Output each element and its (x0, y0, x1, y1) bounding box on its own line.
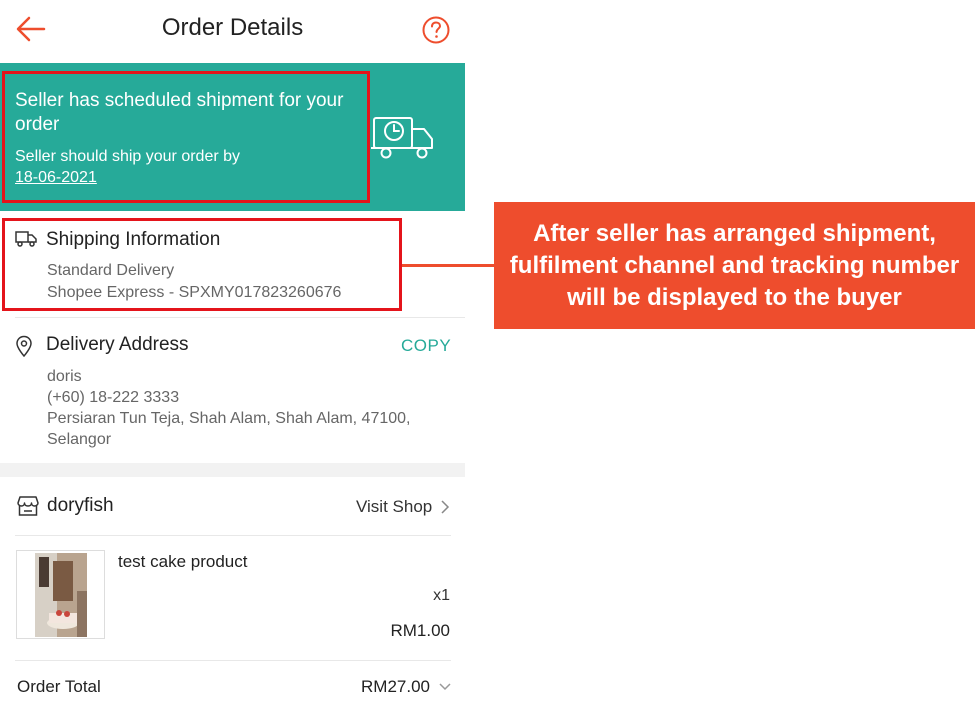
product-price: RM1.00 (390, 621, 450, 640)
callout-text: After seller has arranged shipment, fulf… (509, 219, 960, 311)
chevron-right-icon[interactable] (439, 499, 451, 515)
page-title: Order Details (161, 14, 304, 41)
divider (15, 317, 465, 318)
recipient-phone: (+60) 18-222 3333 (47, 389, 180, 406)
shop-icon (17, 496, 39, 516)
product-image (35, 553, 87, 637)
help-icon[interactable] (421, 15, 451, 45)
status-title: Seller has scheduled shipment for your o… (15, 90, 344, 135)
truck-icon (15, 231, 37, 247)
tracking-number: Shopee Express - SPXMY017823260676 (47, 284, 342, 301)
product-quantity: x1 (433, 587, 450, 604)
ship-by-date: 18-06-2021 (15, 169, 97, 186)
visit-shop-button[interactable]: Visit Shop (356, 497, 432, 517)
delivery-address-title: Delivery Address (46, 334, 189, 355)
address-line-1: Persiaran Tun Teja, Shah Alam, Shah Alam… (47, 410, 411, 427)
truck-clock-icon (371, 117, 433, 159)
header: Order Details (0, 0, 465, 62)
divider (15, 535, 451, 536)
order-total-value[interactable]: RM27.00 (361, 677, 430, 697)
address-line-2: Selangor (47, 431, 112, 448)
product-name[interactable]: test cake product (118, 552, 247, 572)
shipping-info-title: Shipping Information (46, 229, 221, 250)
callout-connector (402, 264, 495, 267)
annotation-callout: After seller has arranged shipment, fulf… (494, 202, 975, 329)
product-thumbnail[interactable] (16, 550, 105, 639)
shop-name: doryfish (47, 495, 114, 516)
recipient-name: doris (47, 368, 82, 385)
order-details-screen: Order Details Seller has scheduled shipm… (0, 0, 465, 707)
shipment-status-banner: Seller has scheduled shipment for your o… (0, 63, 465, 211)
shipping-service: Standard Delivery (47, 262, 175, 279)
chevron-down-icon[interactable] (439, 683, 451, 691)
order-total-label: Order Total (17, 677, 101, 696)
divider (15, 660, 451, 661)
location-pin-icon (16, 335, 32, 357)
section-separator (0, 463, 465, 477)
status-subtitle: Seller should ship your order by (15, 148, 241, 165)
copy-address-button[interactable]: COPY (401, 336, 451, 356)
